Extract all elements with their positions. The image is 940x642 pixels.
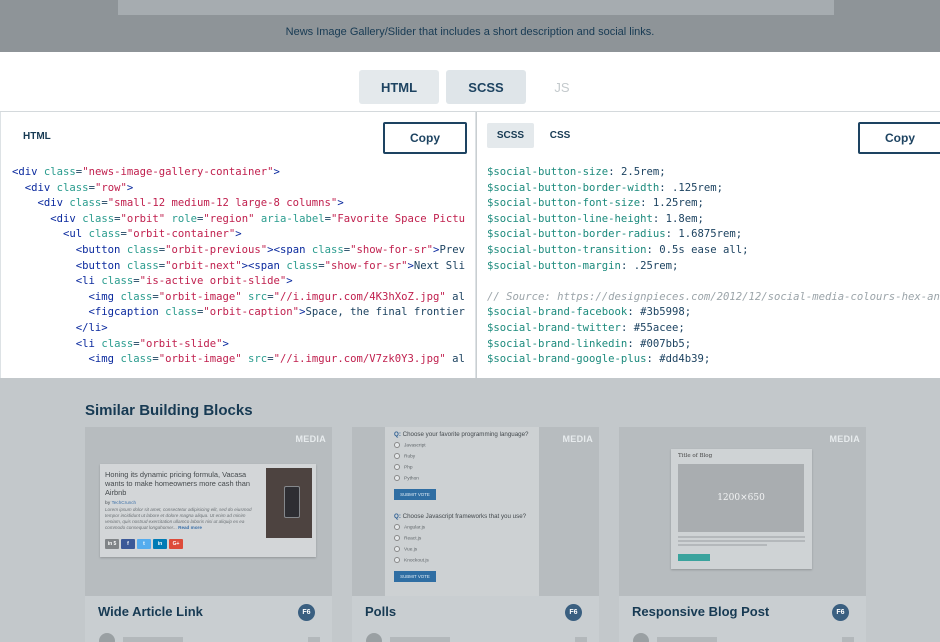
preview-read-button	[678, 554, 710, 561]
code-line: <li class="is-active orbit-slide">	[75, 275, 293, 288]
poll-option: Knockout.js	[394, 557, 429, 563]
code-line: <div class="orbit" role="region" aria-la…	[50, 212, 465, 225]
code-line: $social-brand-twitter: #55acee;	[487, 321, 685, 334]
code-line: <div class="small-12 medium-12 large-8 c…	[37, 197, 344, 210]
code-tabs-bar: HTML SCSS JS	[0, 52, 940, 112]
poll-option: Angular.js	[394, 524, 425, 530]
card-tag: MEDIA	[562, 434, 593, 444]
preview-blog-title: Title of Blog	[678, 453, 713, 459]
card-title[interactable]: Wide Article Link	[98, 604, 203, 619]
preview-image-placeholder: 1200×650	[678, 464, 804, 532]
share-count-icon: in 5	[105, 539, 119, 549]
foundation-badge-icon: F6	[565, 604, 582, 621]
author-name	[123, 637, 183, 642]
previous-block-strip: News Image Gallery/Slider that includes …	[0, 0, 940, 52]
preview-paragraph	[678, 536, 805, 552]
poll-option: Ruby	[394, 453, 415, 459]
code-line: <ul class="orbit-container">	[63, 228, 242, 241]
comment-count	[308, 637, 320, 642]
code-line: <button class="orbit-next"><span class="…	[75, 259, 465, 272]
tab-js: JS	[554, 79, 570, 95]
poll-option: React.js	[394, 535, 421, 541]
blog-post-preview: Title of Blog 1200×650	[671, 449, 812, 569]
tab-scss[interactable]: SCSS	[446, 70, 526, 104]
polls-preview: Q: Choose your favorite programming lang…	[385, 427, 539, 596]
poll-option: Php	[394, 464, 413, 470]
card-responsive-blog-post[interactable]: Title of Blog 1200×650 MEDIA Responsive …	[619, 427, 866, 642]
facebook-icon: f	[121, 539, 135, 549]
preview-body: Lorem ipsum dolor sit amet, consectetur …	[105, 507, 252, 530]
card-thumbnail: Title of Blog 1200×650 MEDIA	[619, 427, 866, 596]
subtab-css[interactable]: CSS	[540, 123, 580, 148]
poll-option: Vue.js	[394, 546, 417, 552]
copy-scss-button[interactable]: Copy	[858, 122, 940, 154]
code-line: <figcaption class="orbit-caption">Space,…	[88, 306, 465, 319]
code-line: $social-button-border-width: .125rem;	[487, 181, 723, 194]
code-line: $social-button-margin: .25rem;	[487, 259, 679, 272]
code-line: $social-button-line-height: 1.8em;	[487, 212, 704, 225]
card-thumbnail: Q: Choose your favorite programming lang…	[352, 427, 599, 596]
author-name	[390, 637, 450, 642]
code-line: <div class="row">	[24, 181, 134, 194]
google-plus-icon: G+	[169, 539, 183, 549]
code-line: </li>	[75, 321, 108, 334]
scss-code-panel: SCSS CSS Copy $social-button-size: 2.5re…	[477, 112, 940, 378]
author-avatar	[366, 633, 382, 642]
poll-question-2: Q: Choose Javascript frameworks that you…	[394, 513, 527, 520]
card-title[interactable]: Polls	[365, 604, 396, 619]
block-description: News Image Gallery/Slider that includes …	[285, 26, 655, 38]
previous-block-card	[118, 0, 834, 15]
code-line: <img class="orbit-image" src="//i.imgur.…	[88, 290, 465, 303]
author-avatar	[99, 633, 115, 642]
code-line: $social-brand-facebook: #3b5998;	[487, 306, 692, 319]
linkedin-icon: in	[153, 539, 167, 549]
copy-html-button[interactable]: Copy	[383, 122, 467, 154]
subtab-scss[interactable]: SCSS	[487, 123, 534, 148]
code-line: $social-button-transition: 0.5s ease all…	[487, 243, 749, 256]
code-line: $social-brand-linkedin: #007bb5;	[487, 337, 692, 350]
comment-count	[575, 637, 587, 642]
author-name	[657, 637, 717, 642]
scss-code-block: $social-button-size: 2.5rem; $social-butt…	[487, 165, 940, 368]
comment-count	[842, 637, 854, 642]
html-code-panel: HTML Copy <div class="news-image-gallery…	[0, 112, 476, 378]
card-tag: MEDIA	[829, 434, 860, 444]
html-code-block: <div class="news-image-gallery-container…	[12, 165, 465, 368]
foundation-badge-icon: F6	[832, 604, 849, 621]
code-line: <div class="news-image-gallery-container…	[12, 166, 280, 178]
code-line: <li class="orbit-slide">	[75, 337, 229, 350]
code-line: <img class="orbit-image" src="//i.imgur.…	[88, 353, 465, 366]
poll-question-1: Q: Choose your favorite programming lang…	[394, 431, 529, 438]
card-polls[interactable]: Q: Choose your favorite programming lang…	[352, 427, 599, 642]
author-avatar	[633, 633, 649, 642]
similar-blocks-title: Similar Building Blocks	[85, 402, 253, 419]
card-title[interactable]: Responsive Blog Post	[632, 604, 769, 619]
code-line: $social-button-border-radius: 1.6875rem;	[487, 228, 743, 241]
preview-social-links: in 5 f t in G+	[105, 539, 183, 549]
preview-photo	[266, 468, 312, 538]
twitter-icon: t	[137, 539, 151, 549]
code-line: <button class="orbit-previous"><span cla…	[75, 243, 465, 256]
tab-html[interactable]: HTML	[359, 70, 439, 104]
wide-article-preview: Honing its dynamic pricing formula, Vaca…	[100, 464, 316, 557]
foundation-badge-icon: F6	[298, 604, 315, 621]
submit-vote-button: SUBMIT VOTE	[394, 571, 436, 582]
html-panel-label: HTML	[23, 131, 51, 142]
code-line: $social-button-font-size: 1.25rem;	[487, 197, 704, 210]
submit-vote-button: SUBMIT VOTE	[394, 489, 436, 500]
code-line: $social-brand-google-plus: #dd4b39;	[487, 353, 711, 366]
code-line: // Source: https://designpieces.com/2012…	[487, 290, 940, 303]
poll-option: Javascript	[394, 442, 426, 448]
card-tag: MEDIA	[295, 434, 326, 444]
poll-option: Python	[394, 475, 419, 481]
card-wide-article-link[interactable]: Honing its dynamic pricing formula, Vaca…	[85, 427, 332, 642]
preview-byline: by TechCrunch	[105, 500, 137, 505]
code-line: $social-button-size: 2.5rem;	[487, 166, 666, 178]
card-thumbnail: Honing its dynamic pricing formula, Vaca…	[85, 427, 332, 596]
preview-headline: Honing its dynamic pricing formula, Vaca…	[105, 470, 251, 497]
